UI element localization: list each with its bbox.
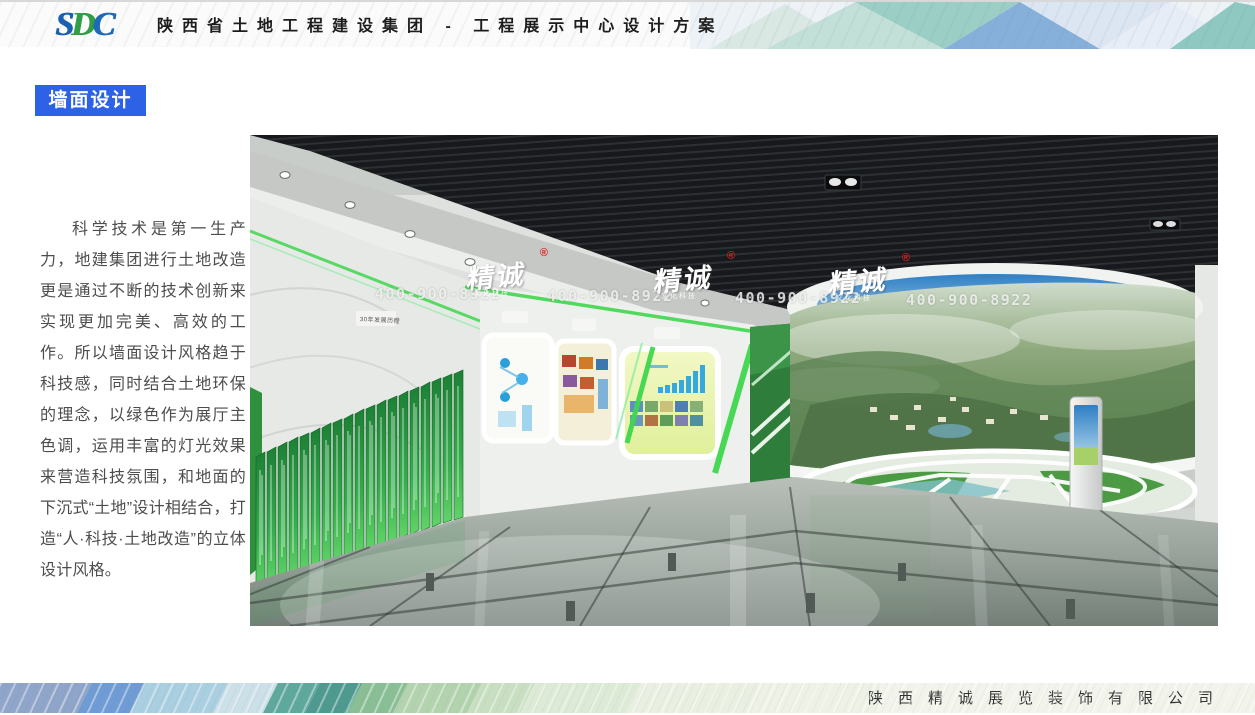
page-header: SDC 陕西省土地工程建设集团 - 工程展示中心设计方案 — [0, 0, 1255, 47]
brand-subtext: 文化科技 — [661, 291, 697, 301]
sdc-logo: SDC — [55, 6, 112, 44]
watermark-brand-logo-3: 精诚 文化科技 ® — [830, 260, 908, 306]
watermark-brand-logo-2: 精诚 文化科技 ® — [655, 258, 733, 304]
header-triangle-decoration — [690, 2, 1255, 49]
design-description-text: 科学技术是第一生产力，地建集团进行土地改造更是通过不断的技术创新来实现更加完美、… — [40, 214, 246, 586]
exhibition-hall-render — [250, 135, 1218, 626]
page-title: 陕西省土地工程建设集团 - 工程展示中心设计方案 — [157, 2, 723, 49]
logo-letter-c: C — [92, 6, 112, 43]
render-image: 400-900-8922 精诚 文化科技 ® 400-900-8922 精诚 文… — [250, 135, 1218, 626]
brand-subtext: 文化科技 — [836, 293, 872, 303]
logo-letter-d: D — [71, 6, 93, 43]
brand-subtext: 文化科技 — [474, 288, 510, 298]
registered-trademark-icon: ® — [727, 250, 735, 262]
section-title-badge: 墙面设计 — [35, 85, 146, 116]
registered-trademark-icon: ® — [902, 252, 910, 264]
registered-trademark-icon: ® — [540, 247, 548, 259]
footer-triangle-decoration — [0, 683, 880, 713]
watermark-phone-4: 400-900-8922 — [906, 291, 1032, 309]
footer-company-name: 陕西精诚展览装饰有限公司 — [868, 683, 1228, 713]
watermark-brand-logo-1: 精诚 文化科技 ® — [468, 255, 546, 301]
page-footer: 陕西精诚展览装饰有限公司 — [0, 683, 1255, 713]
logo-letter-s: S — [55, 6, 71, 43]
